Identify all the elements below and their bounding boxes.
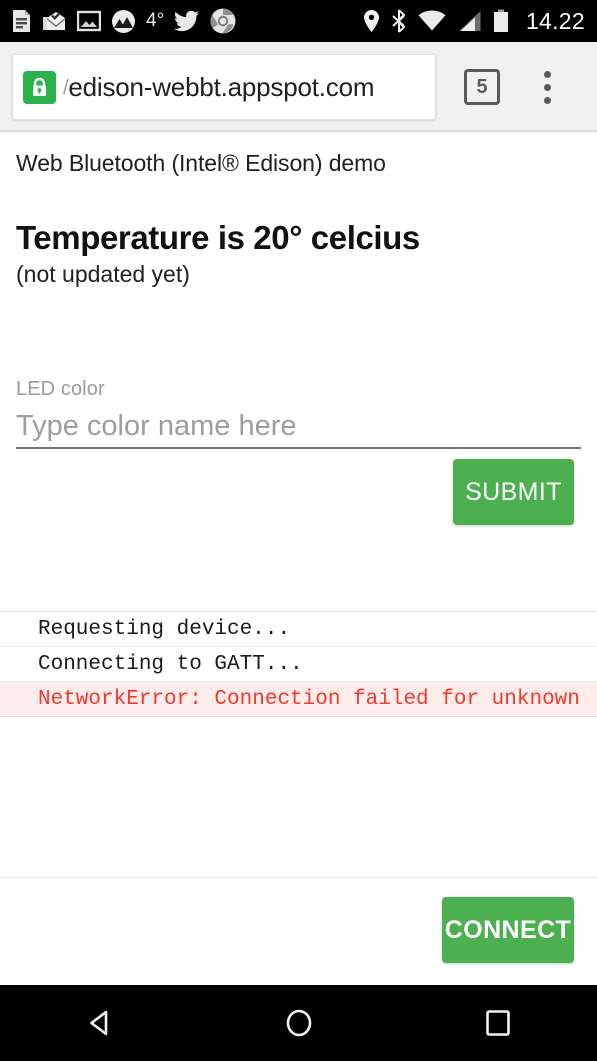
bluetooth-icon [391,9,407,33]
cellular-signal-icon [457,10,482,32]
wifi-icon [418,10,446,32]
mail-read-icon [42,9,67,33]
tab-count-label: 5 [476,75,488,98]
home-button[interactable] [249,985,349,1061]
overflow-menu-icon[interactable] [532,67,562,107]
weather-icon [111,9,136,34]
log-row: Requesting device... [0,612,597,647]
android-status-bar: 4° 14.22 [0,0,597,42]
log-row: Connecting to GATT... [0,647,597,682]
android-navigation-bar [0,985,597,1061]
submit-button[interactable]: SUBMIT [453,459,574,525]
home-circle-icon [286,1009,311,1037]
menu-dot-2 [543,83,551,91]
status-bar-clock: 14.22 [525,7,585,34]
menu-dot-1 [543,70,551,78]
recents-square-icon [485,1010,510,1036]
lock-icon[interactable] [23,70,56,104]
url-host: edison-webbt.appspot.com [68,71,375,102]
status-bar-system-icons: 14.22 [363,8,585,35]
page-title: Temperature is 20° celcius [16,219,420,256]
log-panel[interactable]: Requesting device... Connecting to GATT.… [0,611,597,878]
menu-dot-3 [543,96,551,104]
led-color-input[interactable] [16,405,581,449]
led-color-label: LED color [16,378,105,400]
photo-icon [77,10,101,32]
web-page-content: Web Bluetooth (Intel® Edison) demo Tempe… [0,132,597,985]
connect-button[interactable]: CONNECT [442,897,574,963]
battery-icon [493,9,509,33]
back-button[interactable] [50,985,150,1061]
connect-button-row: CONNECT [0,897,597,963]
omnibox[interactable]: /edison-webbt.appspot.com [12,54,436,120]
android-phone-screen: 4° 14.22 /edison-webbt.appspot.com 5 Web… [0,0,597,1061]
back-triangle-icon [89,1010,107,1036]
status-bar-temperature: 4° [146,10,165,31]
recents-button[interactable] [448,985,548,1061]
status-bar-notification-icons: 4° [10,8,363,34]
url-text[interactable]: /edison-webbt.appspot.com [63,72,374,103]
location-icon [363,9,380,33]
news-icon [10,9,32,33]
twitter-icon [174,10,200,32]
tab-switcher-button[interactable]: 5 [464,69,500,105]
browser-toolbar: /edison-webbt.appspot.com 5 [0,42,597,132]
chrome-icon [210,8,236,34]
temperature-status-note: (not updated yet) [16,261,190,287]
log-row-error: NetworkError: Connection failed for unkn… [0,682,597,717]
page-subtitle: Web Bluetooth (Intel® Edison) demo [16,150,386,176]
led-color-field-group: LED color [16,378,581,449]
submit-button-row: SUBMIT [0,459,597,525]
